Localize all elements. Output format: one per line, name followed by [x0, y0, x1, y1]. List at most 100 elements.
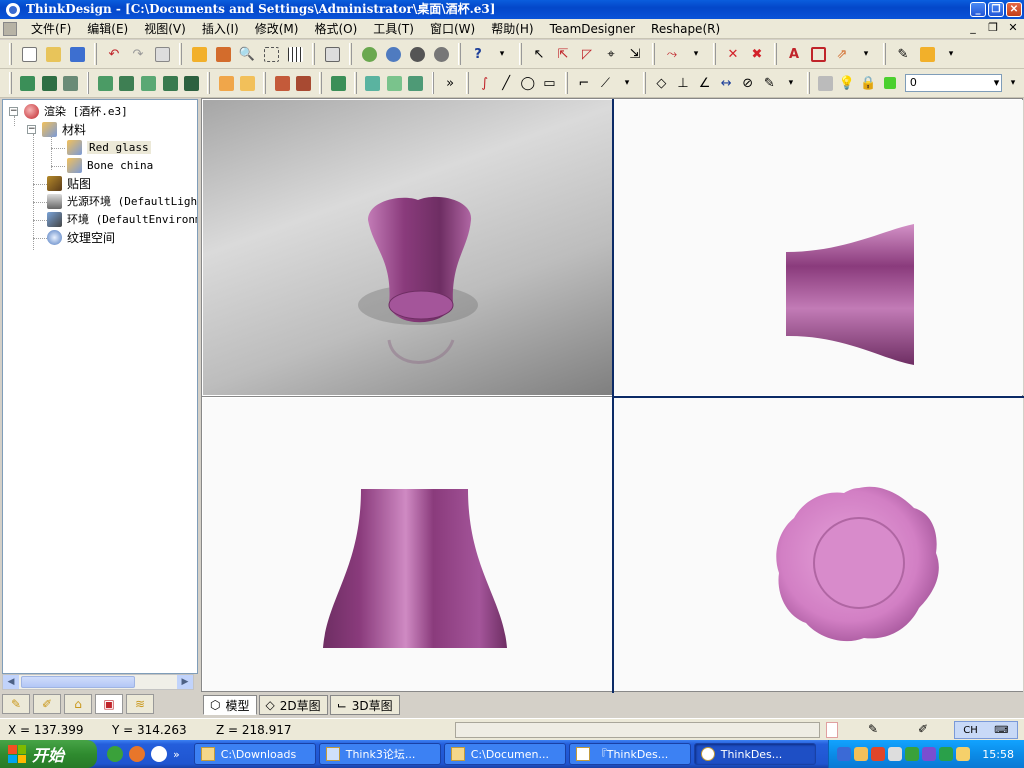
tab-layers-icon[interactable]: ⌂ — [64, 694, 92, 714]
shaded-view-icon[interactable] — [189, 44, 209, 64]
rectangle-icon[interactable]: ▭ — [541, 73, 559, 93]
view-back-icon[interactable] — [118, 73, 136, 93]
view-top-icon[interactable] — [183, 73, 201, 93]
layer-select[interactable]: 0 — [904, 74, 1003, 92]
update-icon[interactable] — [922, 747, 936, 761]
menu-help[interactable]: 帮助(H) — [483, 19, 541, 39]
linear-dim-icon[interactable]: ↔ — [717, 73, 735, 93]
quick-launch-more-icon[interactable]: » — [173, 748, 180, 761]
collapse-toggle[interactable]: − — [27, 124, 36, 134]
wireframe-icon[interactable] — [40, 73, 58, 93]
undo-icon[interactable]: ↶ — [104, 44, 124, 64]
viewport-separator-horizontal[interactable] — [612, 396, 1024, 398]
zoom-icon[interactable]: 🔍 — [237, 44, 257, 64]
task-thinkdesign[interactable]: ThinkDes... — [693, 743, 816, 765]
layer-3-icon[interactable] — [407, 73, 425, 93]
menu-insert[interactable]: 插入(I) — [194, 19, 247, 39]
tree-item-environment[interactable]: 环境 (DefaultEnvironm — [47, 210, 197, 228]
snap-toggle[interactable] — [826, 722, 838, 738]
tree-horizontal-scrollbar[interactable]: ◀ ▶ — [2, 674, 194, 690]
text-icon[interactable]: A — [784, 44, 804, 64]
menu-file[interactable]: 文件(F) — [23, 19, 79, 39]
tree-item-texture-space[interactable]: 纹理空间 — [47, 228, 115, 246]
security-icon[interactable] — [956, 747, 970, 761]
environment-icon[interactable] — [431, 44, 451, 64]
document-icon[interactable] — [3, 21, 17, 36]
menu-reshape[interactable]: Reshape(R) — [643, 19, 728, 39]
tree-item-red-glass[interactable]: Red glass — [67, 138, 151, 156]
tab-tools-icon[interactable]: ✐ — [33, 694, 61, 714]
tree-item-texture[interactable]: 贴图 — [47, 174, 91, 192]
copy-icon[interactable] — [152, 44, 172, 64]
layer-color-swatch[interactable] — [881, 73, 899, 93]
browser-icon[interactable] — [151, 746, 167, 762]
layer-icon[interactable] — [364, 73, 382, 93]
task-documents[interactable]: C:\Documen... — [443, 743, 566, 765]
app-icon[interactable] — [6, 2, 20, 17]
minimize-button[interactable]: _ — [970, 2, 986, 17]
tab-library-icon[interactable]: ≋ — [126, 694, 154, 714]
tree-item-root[interactable]: − 渲染 [酒杯.e3] — [9, 102, 128, 120]
view-left-icon[interactable] — [140, 73, 158, 93]
redo-icon[interactable]: ↷ — [128, 44, 148, 64]
zoom-window-icon[interactable] — [213, 44, 233, 64]
tab-model[interactable]: ⬡ 模型 — [203, 695, 257, 715]
open-folder-icon[interactable] — [43, 44, 63, 64]
scroll-thumb[interactable] — [21, 676, 135, 688]
menu-tools[interactable]: 工具(T) — [365, 19, 422, 39]
viewport-front[interactable] — [203, 398, 612, 691]
tab-3d-sketch[interactable]: ⌙ 3D草图 — [329, 695, 400, 715]
curve-icon[interactable]: ∫ — [476, 73, 494, 93]
line-icon[interactable]: ╱ — [497, 73, 515, 93]
tab-features-icon[interactable]: ✎ — [2, 694, 30, 714]
ie-icon[interactable] — [107, 746, 123, 762]
mdi-restore-button[interactable]: ❐ — [986, 21, 1000, 35]
volume-icon[interactable] — [888, 747, 902, 761]
dimension-icon[interactable]: ◇ — [653, 73, 671, 93]
menu-edit[interactable]: 编辑(E) — [79, 19, 136, 39]
more-tools-icon[interactable]: » — [441, 73, 459, 93]
menu-window[interactable]: 窗口(W) — [422, 19, 483, 39]
tab-render-icon[interactable]: ▣ — [95, 694, 123, 714]
restore-button[interactable]: ❐ — [988, 2, 1004, 17]
light-icon[interactable] — [407, 44, 427, 64]
solid-icon[interactable] — [19, 73, 37, 93]
menu-modify[interactable]: 修改(M) — [247, 19, 307, 39]
menu-format[interactable]: 格式(O) — [306, 19, 365, 39]
delete-icon[interactable]: ✕ — [723, 44, 743, 64]
select-pointer-icon[interactable]: ↖ — [529, 44, 549, 64]
select-box-icon[interactable]: ◸ — [577, 44, 597, 64]
iso-view-2-icon[interactable] — [239, 73, 257, 93]
tab-2d-sketch[interactable]: ◇ 2D草图 — [258, 695, 328, 715]
dropdown-arrow-icon[interactable]: ▾ — [941, 44, 961, 64]
pencil-icon[interactable]: ✎ — [893, 44, 913, 64]
menu-view[interactable]: 视图(V) — [136, 19, 194, 39]
new-file-icon[interactable] — [19, 44, 39, 64]
tree-item-materials[interactable]: − 材料 — [27, 120, 86, 138]
shield-icon[interactable] — [939, 747, 953, 761]
grid-icon[interactable] — [285, 44, 305, 64]
dropdown-arrow-icon[interactable]: ▾ — [856, 44, 876, 64]
clock[interactable]: 15:58 — [982, 748, 1014, 761]
select-filter-icon[interactable]: ⇱ — [553, 44, 573, 64]
chamfer-icon[interactable]: ⟋ — [597, 73, 615, 93]
ime-indicator[interactable]: CH ⌨ — [954, 721, 1018, 739]
view-right-icon[interactable] — [161, 73, 179, 93]
collapse-toggle[interactable]: − — [9, 106, 18, 116]
task-downloads[interactable]: C:\Downloads — [193, 743, 316, 765]
box-icon[interactable] — [329, 73, 347, 93]
pick-chain-icon[interactable]: ⇲ — [625, 44, 645, 64]
dropdown-arrow-icon[interactable]: ▾ — [618, 73, 636, 93]
zoom-fit-icon[interactable] — [261, 44, 281, 64]
fillet-icon[interactable]: ⌐ — [575, 73, 593, 93]
close-button[interactable]: ✕ — [1006, 2, 1022, 17]
mdi-minimize-button[interactable]: _ — [966, 21, 980, 35]
brush-icon[interactable]: ✐ — [918, 722, 928, 736]
render-icon[interactable] — [359, 44, 379, 64]
task-thinkdesign-doc[interactable]: 『ThinkDes... — [568, 743, 691, 765]
iso-view-icon[interactable] — [217, 73, 235, 93]
scroll-left-arrow-icon[interactable]: ◀ — [3, 675, 19, 689]
view-front-icon[interactable] — [96, 73, 114, 93]
viewport-top[interactable] — [614, 398, 1023, 691]
dropdown-arrow-icon[interactable]: ▾ — [492, 44, 512, 64]
